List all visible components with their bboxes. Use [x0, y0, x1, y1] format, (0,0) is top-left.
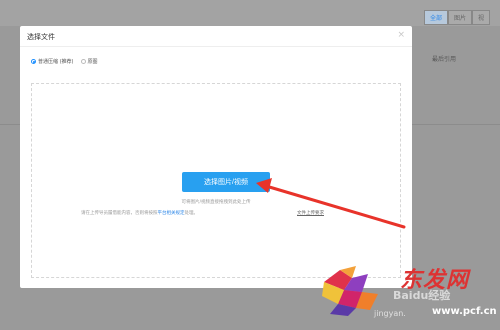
dialog-header: 选择文件 × — [20, 26, 412, 47]
column-header-last-used: 最后引用 — [432, 56, 457, 63]
watermark-url-site: www.pcf.cn — [432, 306, 497, 317]
radio-checked-icon[interactable] — [31, 59, 36, 64]
option-label: 原图 — [87, 59, 98, 65]
policy-hint-suffix: 处理。 — [184, 211, 199, 216]
watermark-logo-icon — [322, 266, 378, 316]
watermark-baidu: Baidu经验 — [393, 289, 451, 302]
platform-rules-link[interactable]: 平台相关规定 — [158, 211, 185, 216]
tab-images[interactable]: 图片 — [447, 10, 472, 25]
option-label: 普通压缩 (推荐) — [38, 59, 74, 65]
dialog-title: 选择文件 — [27, 33, 55, 41]
drag-hint: 可将图片/视频直接拖拽到此处上传 — [181, 200, 251, 205]
radio-unchecked-icon[interactable] — [80, 59, 86, 64]
policy-hint: 请在上传导员履借能内容，否则将按照平台相关规定处理。 — [81, 210, 198, 216]
watermark-url-jingyan: jingyan. — [374, 309, 406, 318]
tab-videos[interactable]: 视 — [471, 10, 490, 25]
close-icon[interactable]: × — [397, 30, 405, 40]
option-normal-compression[interactable]: 普通压缩 (推荐) — [31, 58, 74, 65]
compression-options: 普通压缩 (推荐) 原图 — [31, 58, 98, 65]
background-filter-tabs: 全部 图片 视 — [423, 10, 490, 25]
tab-all[interactable]: 全部 — [423, 10, 448, 25]
policy-hint-prefix: 请在上传导员履借能内容，否则将按照 — [81, 211, 158, 216]
option-original[interactable]: 原图 — [80, 58, 98, 65]
select-file-dialog: 选择文件 × 普通压缩 (推荐) 原图 选择图片/视频 可将图片/视频直接拖拽到… — [20, 26, 412, 288]
select-image-video-button[interactable]: 选择图片/视频 — [182, 172, 270, 192]
file-requirements-link[interactable]: 文件上传要求 — [297, 210, 324, 216]
